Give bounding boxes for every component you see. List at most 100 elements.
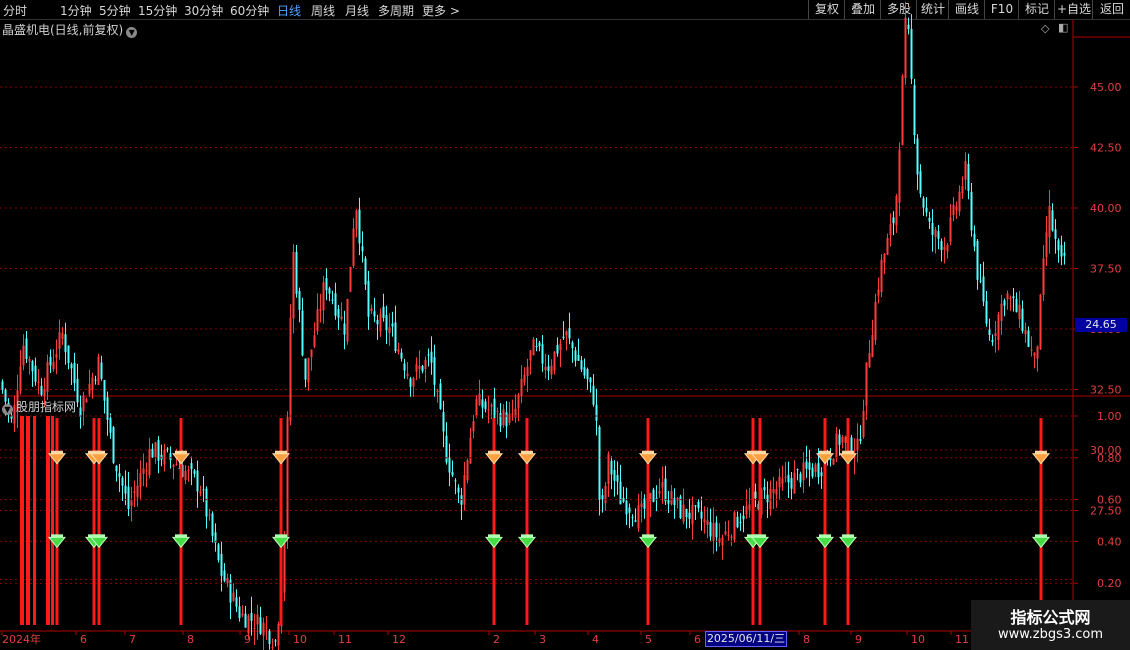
- sell-diamond-top: [275, 450, 287, 454]
- candle-body: [934, 229, 937, 237]
- candle-body: [523, 374, 526, 383]
- x-tick-label: 4: [592, 633, 599, 646]
- candle-body: [142, 468, 145, 474]
- candle-body: [628, 507, 631, 513]
- candle-body: [985, 301, 988, 324]
- candle-body: [277, 623, 280, 646]
- candle-body: [694, 505, 697, 507]
- signal-bar: [97, 418, 101, 625]
- x-tick-label: 7: [129, 633, 136, 646]
- x-tick-label: 10: [911, 633, 925, 646]
- watermark-url: www.zbgs3.com: [997, 627, 1104, 642]
- candle-body: [373, 311, 376, 317]
- current-price-tag: 24.65: [1075, 318, 1127, 332]
- candle-body: [844, 436, 847, 443]
- candle-body: [664, 478, 667, 502]
- candle-body: [1009, 297, 1012, 300]
- signal-series: [20, 416, 1051, 625]
- signal-bar: [51, 416, 54, 625]
- candle-body: [889, 224, 892, 236]
- candle-body: [82, 395, 85, 412]
- x-tick-label: 3: [539, 633, 546, 646]
- candle-body: [397, 349, 400, 352]
- candle-body: [166, 448, 169, 450]
- candle-body: [217, 544, 220, 561]
- x-tick-label: 8: [187, 633, 194, 646]
- candle-body: [775, 489, 778, 495]
- y-tick-label: 0.60: [1097, 494, 1122, 507]
- candle-body: [979, 280, 982, 282]
- candle-body: [79, 407, 82, 417]
- candle-body: [790, 478, 793, 489]
- candle-body: [73, 362, 76, 384]
- candle-body: [1045, 232, 1048, 258]
- sell-diamond-top: [93, 450, 105, 454]
- candle-body: [421, 366, 424, 372]
- candle-body: [886, 237, 889, 255]
- indicator-axis: 1.00 0.80 0.60 0.40 0.20: [1073, 410, 1122, 590]
- signal-bar: [646, 418, 650, 625]
- chart-canvas[interactable]: 45.0042.5040.0037.5035.0032.5030.0027.50…: [0, 0, 1130, 650]
- candle-body: [697, 501, 700, 509]
- candle-body: [718, 538, 721, 543]
- candle-body: [808, 462, 811, 470]
- chevron-down-icon[interactable]: ▼: [126, 27, 138, 38]
- candle-body: [535, 345, 538, 347]
- candle-body: [343, 323, 346, 335]
- candle-body: [172, 464, 175, 467]
- candle-body: [919, 171, 922, 194]
- candle-body: [1024, 330, 1027, 335]
- sell-diamond-top: [1035, 450, 1047, 454]
- candle-body: [1060, 244, 1063, 257]
- candle-body: [637, 505, 640, 529]
- chevron-down-icon[interactable]: ▼: [2, 404, 13, 415]
- panel-toggle-icon[interactable]: ◧: [1058, 21, 1068, 34]
- candle-body: [253, 627, 256, 629]
- stock-title-text: 晶盛机电(日线,前复权): [2, 23, 124, 37]
- cursor-date-tag: 2025/06/11/三: [705, 631, 787, 647]
- x-tick-label: 2: [493, 633, 500, 646]
- signal-bar: [823, 418, 827, 625]
- candle-body: [295, 252, 298, 294]
- candle-body: [625, 500, 628, 515]
- candle-body: [763, 487, 766, 491]
- candle-body: [202, 489, 205, 491]
- candlestick-series: [1, 1, 1066, 650]
- candle-body: [868, 353, 871, 368]
- candle-body: [301, 310, 304, 356]
- candle-body: [766, 494, 769, 503]
- sell-diamond-icon: [171, 453, 191, 465]
- candle-body: [454, 480, 457, 482]
- candle-body: [640, 503, 643, 508]
- candle-body: [223, 570, 226, 581]
- candle-body: [1021, 308, 1024, 332]
- candle-body: [478, 393, 481, 405]
- candle-body: [118, 473, 121, 477]
- candle-body: [133, 491, 136, 494]
- candle-body: [943, 246, 946, 250]
- candle-body: [262, 622, 265, 636]
- candle-body: [364, 258, 367, 285]
- candle-body: [634, 520, 637, 522]
- signal-bar: [33, 416, 36, 625]
- candle-body: [814, 464, 817, 473]
- candle-body: [127, 486, 130, 509]
- sell-diamond-top: [842, 450, 854, 454]
- candle-body: [121, 477, 124, 486]
- candle-body: [577, 354, 580, 361]
- candle-body: [961, 185, 964, 194]
- candle-body: [433, 357, 436, 385]
- candle-body: [346, 299, 349, 342]
- candle-body: [610, 460, 613, 475]
- main-grid: [0, 86, 1073, 580]
- candle-body: [733, 512, 736, 540]
- diamond-outline-icon[interactable]: ◇: [1041, 22, 1049, 35]
- buy-diamond-icon: [1031, 536, 1051, 549]
- candle-body: [340, 316, 343, 320]
- candle-body: [1027, 330, 1030, 347]
- candle-body: [931, 222, 934, 235]
- candle-body: [622, 498, 625, 502]
- candle-body: [448, 457, 451, 473]
- candle-body: [457, 487, 460, 493]
- y-tick-label: 45.00: [1090, 81, 1122, 94]
